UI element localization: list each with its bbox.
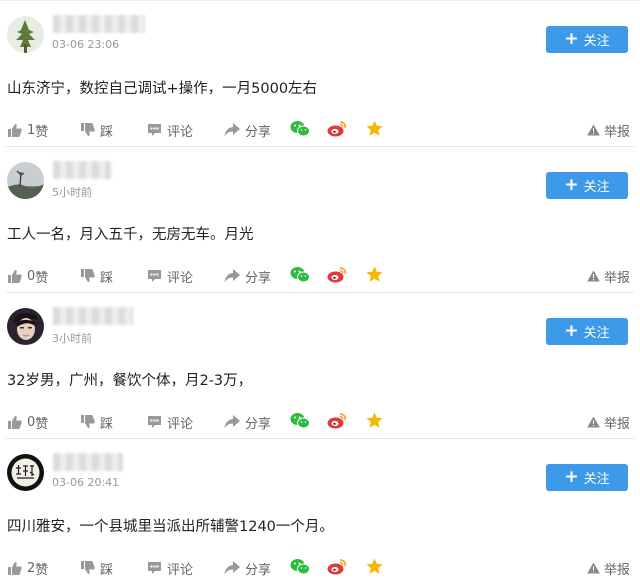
follow-button[interactable]: + 关注	[546, 172, 628, 199]
follow-button[interactable]: + 关注	[546, 464, 628, 491]
follow-button[interactable]: + 关注	[546, 26, 628, 53]
avatar[interactable]	[7, 454, 44, 491]
plus-icon: +	[564, 320, 579, 341]
comment-item: 3小时前 +关注 32岁男，广州，餐饮个体，月2-3万， 0赞 踩 评论 分享	[0, 293, 640, 439]
thumbs-up-icon	[8, 270, 22, 283]
username-blurred[interactable]	[53, 307, 133, 325]
share-button[interactable]: 分享	[224, 119, 271, 141]
warning-icon	[587, 416, 600, 428]
star-icon[interactable]	[366, 120, 383, 137]
comment-text: 四川雅安，一个县城里当派出所辅警1240一个月。	[7, 519, 334, 535]
wechat-icon[interactable]	[290, 412, 310, 429]
star-icon[interactable]	[366, 266, 383, 283]
share-button[interactable]: 分享	[224, 411, 271, 433]
avatar[interactable]	[7, 16, 44, 53]
warning-icon	[587, 270, 600, 282]
post-time: 5小时前	[52, 186, 92, 199]
share-button[interactable]: 分享	[224, 557, 271, 579]
share-button[interactable]: 分享	[224, 265, 271, 287]
share-icon	[224, 269, 240, 283]
comment-item: 5小时前 + 关注 工人一名，月入五千，无房无车。月光 0赞 踩 评论 分享 举…	[0, 147, 640, 293]
thumbs-up-icon	[8, 416, 22, 429]
action-bar: 2赞 踩 评论 分享 举报	[0, 557, 640, 579]
weibo-icon[interactable]	[327, 558, 347, 575]
warning-icon	[587, 562, 600, 574]
post-time: 03-06 20:41	[52, 476, 120, 489]
plus-icon: +	[564, 174, 579, 195]
dislike-button[interactable]: 踩	[80, 119, 113, 141]
username-blurred[interactable]	[53, 161, 111, 179]
post-time: 03-06 23:06	[52, 38, 120, 51]
plus-icon: +	[564, 28, 579, 49]
avatar[interactable]	[7, 162, 44, 199]
star-icon[interactable]	[366, 412, 383, 429]
weibo-icon[interactable]	[327, 120, 347, 137]
star-icon[interactable]	[366, 558, 383, 575]
comment-button[interactable]: 评论	[147, 557, 193, 579]
comment-icon	[148, 270, 161, 282]
comment-icon	[148, 416, 161, 428]
wechat-icon[interactable]	[290, 266, 310, 283]
like-button[interactable]: 2赞	[7, 557, 48, 579]
plus-icon: +	[564, 466, 579, 487]
share-icon	[224, 415, 240, 429]
comment-icon	[148, 562, 161, 574]
username-blurred[interactable]	[53, 15, 145, 33]
follow-button[interactable]: + 关注	[546, 318, 628, 345]
post-time: 3小时前	[52, 332, 92, 345]
report-button[interactable]: 举报	[587, 265, 630, 287]
action-bar: 0赞 踩 评论 分享 举报	[0, 411, 640, 433]
report-button[interactable]: 举报	[587, 557, 630, 579]
avatar[interactable]	[7, 308, 44, 345]
comment-icon	[148, 124, 161, 136]
comment-text: 工人一名，月入五千，无房无车。月光	[7, 227, 254, 243]
thumbs-down-icon	[81, 561, 95, 574]
like-button[interactable]: 0赞	[7, 411, 48, 433]
warning-icon	[587, 124, 600, 136]
like-button[interactable]: 0赞	[7, 265, 48, 287]
wechat-icon[interactable]	[290, 558, 310, 575]
action-bar: 0赞 踩 评论 分享 举报	[0, 265, 640, 287]
thumbs-down-icon	[81, 415, 95, 428]
share-icon	[224, 561, 240, 575]
thumbs-up-icon	[8, 124, 22, 137]
comment-item: 03-06 20:41 + 关注 四川雅安，一个县城里当派出所辅警1240一个月。…	[0, 439, 640, 585]
report-button[interactable]: 举报	[587, 411, 630, 433]
comment-text: 山东济宁，数控自己调试+操作，一月5000左右	[7, 81, 318, 97]
comment-text: 32岁男，广州，餐饮个体，月2-3万，	[7, 373, 253, 389]
comment-button[interactable]: 评论	[147, 265, 193, 287]
username-blurred[interactable]	[53, 453, 123, 471]
share-icon	[224, 123, 240, 137]
weibo-icon[interactable]	[327, 412, 347, 429]
dislike-button[interactable]: 踩	[80, 411, 113, 433]
comment-item: 03-06 23:06 + 关注 山东济宁，数控自己调试+操作，一月5000左右 …	[0, 1, 640, 147]
thumbs-down-icon	[81, 123, 95, 136]
dislike-button[interactable]: 踩	[80, 265, 113, 287]
thumbs-up-icon	[8, 562, 22, 575]
comment-feed: 03-06 23:06 + 关注 山东济宁，数控自己调试+操作，一月5000左右 …	[0, 0, 640, 586]
action-bar: 1赞 踩 评论 分享 举报	[0, 119, 640, 141]
like-button[interactable]: 1赞	[7, 119, 48, 141]
comment-button[interactable]: 评论	[147, 119, 193, 141]
dislike-button[interactable]: 踩	[80, 557, 113, 579]
comment-button[interactable]: 评论	[147, 411, 193, 433]
wechat-icon[interactable]	[290, 120, 310, 137]
weibo-icon[interactable]	[327, 266, 347, 283]
thumbs-down-icon	[81, 269, 95, 282]
report-button[interactable]: 举报	[587, 119, 630, 141]
